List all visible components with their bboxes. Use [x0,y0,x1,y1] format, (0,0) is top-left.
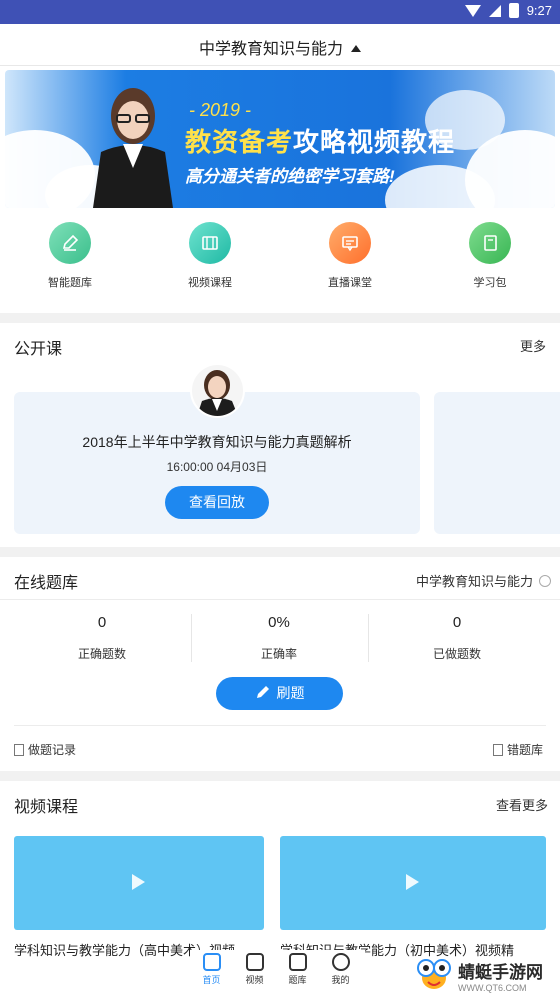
open-course-card-next[interactable] [434,392,560,534]
course-time: 16:00:00 04月03日 [166,460,268,474]
page-title: 中学教育知识与能力 [198,41,343,58]
quick-item-label: 直播课堂 [328,277,372,289]
home-icon [202,953,221,971]
film-icon [189,222,231,264]
banner-year: - 2019 - [189,100,252,120]
play-icon [132,874,145,890]
stat-accuracy: 0% 正确率 [260,614,297,661]
nav-home[interactable]: 首页 [190,950,233,995]
banner-headline: 教资备考攻略视频教程 [185,127,456,157]
video-thumbnail[interactable] [14,836,264,930]
pencil-icon [49,222,91,264]
quick-item-label: 智能题库 [48,277,92,289]
practice-record-link[interactable]: 做题记录 [14,741,76,758]
pencil-icon [255,679,271,712]
stat-correct-count: 0 正确题数 [77,614,126,661]
video-course-title: 视频课程 [14,799,79,816]
practice-button[interactable]: 刷题 [216,677,343,710]
teacher-avatar [190,363,245,418]
switch-icon [539,574,552,587]
chat-screen-icon [329,222,371,264]
subject-name: 中学教育知识与能力 [416,574,534,589]
open-course-more-link[interactable]: 更多 [520,336,546,355]
document-icon [493,743,503,756]
quick-item-label: 视频课程 [188,277,232,289]
course-name: 2018年上半年中学教育知识与能力真题解析 [82,434,352,450]
quick-item-smart-bank[interactable]: 智能题库 [0,216,140,312]
stat-done-count: 0 已做题数 [432,614,481,661]
document-icon [14,743,24,756]
bottom-nav: 首页 视频 题库 我的 [190,950,365,995]
section-divider [0,313,560,323]
book-icon [469,222,511,264]
caret-up-icon [351,45,361,52]
nav-question-bank[interactable]: 题库 [276,950,319,995]
teacher-photo [93,88,173,208]
nav-video[interactable]: 视频 [233,950,276,995]
video-course-more-link[interactable]: 查看更多 [496,795,548,814]
view-replay-button[interactable]: 查看回放 [165,486,269,519]
battery-icon [508,3,519,18]
video-thumbnail[interactable] [280,836,546,930]
watermark: 蜻蜓手游网 WWW.QT6.COM [414,955,560,995]
nav-mine[interactable]: 我的 [319,950,362,995]
open-course-title: 公开课 [14,341,63,358]
user-icon [331,953,350,971]
quick-item-video-course[interactable]: 视频课程 [140,216,280,312]
status-bar: 9:27 [0,0,560,24]
watermark-url: WWW.QT6.COM [458,982,527,993]
quick-item-study-pack[interactable]: 学习包 [420,216,560,312]
question-bank-title: 在线题库 [14,575,79,592]
subject-switch[interactable]: 中学教育知识与能力 [416,571,552,590]
dragonfly-logo [414,958,454,992]
play-icon [406,874,419,890]
section-divider [0,771,560,781]
signal-icon [488,4,501,17]
quick-item-label: 学习包 [473,277,507,289]
banner-subtitle: 高分通关者的绝密学习套路! [185,167,395,186]
practice-label: 刷题 [276,685,305,701]
section-divider [0,547,560,557]
quick-item-live-class[interactable]: 直播课堂 [280,216,420,312]
wrong-questions-link[interactable]: 错题库 [493,741,543,758]
status-time: 9:27 [526,3,552,18]
divider [14,725,546,726]
wifi-icon [464,4,481,17]
tv-icon [245,953,264,971]
promo-banner[interactable]: - 2019 - 教资备考攻略视频教程 高分通关者的绝密学习套路! [5,70,555,208]
bookmark-icon [288,953,307,971]
watermark-name: 蜻蜓手游网 [458,962,543,982]
subject-selector[interactable]: 中学教育知识与能力 [0,24,560,66]
divider [0,599,560,600]
quick-entry-grid: 智能题库 视频课程 直播课堂 学习包 [0,216,560,312]
